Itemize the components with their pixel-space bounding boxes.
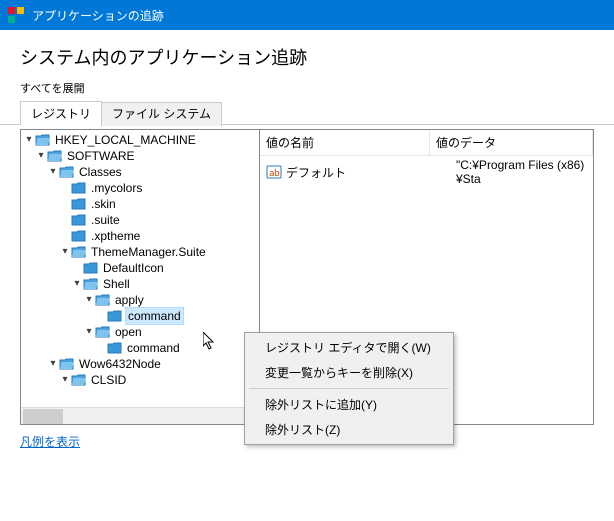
ctx-remove-key[interactable]: 変更一覧からキーを削除(X) [247,360,451,385]
node-label: .xptheme [89,228,142,244]
tree-node-skin[interactable]: .skin [23,196,257,212]
page-heading: システム内のアプリケーション追跡 [0,30,614,78]
folder-open-icon [95,325,111,339]
tab-filesystem[interactable]: ファイル システム [101,102,222,126]
column-name[interactable]: 値の名前 [260,130,430,155]
value-name: デフォルト [286,164,456,181]
folder-icon [107,341,123,355]
node-label: HKEY_LOCAL_MACHINE [53,132,198,148]
node-label: Shell [101,276,132,292]
tree-pane: HKEY_LOCAL_MACHINE SOFTWARE Classes .myc… [20,129,260,425]
chevron-down-icon[interactable] [47,164,59,180]
list-header: 値の名前 値のデータ [260,130,593,156]
chevron-down-icon[interactable] [47,356,59,372]
horizontal-scrollbar[interactable] [21,407,259,424]
chevron-down-icon[interactable] [59,372,71,388]
tree-node-shell[interactable]: Shell [23,276,257,292]
folder-icon [83,261,99,275]
scrollbar-thumb[interactable] [23,409,63,424]
chevron-down-icon[interactable] [83,292,95,308]
show-legend-link[interactable]: 凡例を表示 [20,435,80,449]
node-label: apply [113,292,146,308]
folder-open-icon [35,133,51,147]
node-label-selected: command [125,307,184,325]
string-value-icon: ab [266,164,282,180]
folder-open-icon [47,149,63,163]
tree-node-classes[interactable]: Classes [23,164,257,180]
tree-node-open[interactable]: open [23,324,257,340]
folder-open-icon [59,357,75,371]
registry-tree[interactable]: HKEY_LOCAL_MACHINE SOFTWARE Classes .myc… [21,130,259,390]
menu-separator [249,388,449,389]
node-label: Wow6432Node [77,356,163,372]
chevron-down-icon[interactable] [59,244,71,260]
tree-node-software[interactable]: SOFTWARE [23,148,257,164]
tree-node-suite[interactable]: .suite [23,212,257,228]
window-title: アプリケーションの追跡 [32,7,164,24]
list-row[interactable]: ab デフォルト "C:¥Program Files (x86)¥Sta [260,156,593,188]
folder-open-icon [83,277,99,291]
folder-open-icon [95,293,111,307]
tree-node-thememanager[interactable]: ThemeManager.Suite [23,244,257,260]
value-data: "C:¥Program Files (x86)¥Sta [456,158,587,186]
tree-node-command2[interactable]: command [23,340,257,356]
folder-open-icon [71,373,87,387]
node-label: ThemeManager.Suite [89,244,208,260]
chevron-down-icon[interactable] [83,324,95,340]
tree-node-xptheme[interactable]: .xptheme [23,228,257,244]
tree-node-hklm[interactable]: HKEY_LOCAL_MACHINE [23,132,257,148]
folder-icon [107,309,123,323]
folder-open-icon [59,165,75,179]
node-label: Classes [77,164,124,180]
node-label: .mycolors [89,180,144,196]
tree-node-command-selected[interactable]: command [23,308,257,324]
folder-open-icon [71,245,87,259]
node-label: command [125,340,182,356]
tree-node-apply[interactable]: apply [23,292,257,308]
tree-node-wow64[interactable]: Wow6432Node [23,356,257,372]
tab-registry[interactable]: レジストリ [20,101,102,125]
app-icon [8,7,24,23]
folder-icon [71,229,87,243]
node-label: SOFTWARE [65,148,137,164]
chevron-down-icon[interactable] [23,132,35,148]
ctx-exclude-list[interactable]: 除外リスト(Z) [247,417,451,442]
column-data[interactable]: 値のデータ [430,130,593,155]
tree-node-defaulticon[interactable]: DefaultIcon [23,260,257,276]
tabs: レジストリ ファイル システム [0,100,614,125]
titlebar: アプリケーションの追跡 [0,0,614,30]
chevron-down-icon[interactable] [71,276,83,292]
context-menu: レジストリ エディタで開く(W) 変更一覧からキーを削除(X) 除外リストに追加… [244,332,454,445]
node-label: CLSID [89,372,128,388]
tree-node-mycolors[interactable]: .mycolors [23,180,257,196]
tree-node-clsid[interactable]: CLSID [23,372,257,388]
folder-icon [71,181,87,195]
svg-text:ab: ab [269,169,280,179]
node-label: .suite [89,212,122,228]
ctx-add-exclude[interactable]: 除外リストに追加(Y) [247,392,451,417]
folder-icon [71,213,87,227]
folder-icon [71,197,87,211]
chevron-down-icon[interactable] [35,148,47,164]
ctx-open-in-regedit[interactable]: レジストリ エディタで開く(W) [247,335,451,360]
node-label: open [113,324,144,340]
expand-all-link[interactable]: すべてを展開 [0,78,614,100]
node-label: .skin [89,196,118,212]
node-label: DefaultIcon [101,260,166,276]
